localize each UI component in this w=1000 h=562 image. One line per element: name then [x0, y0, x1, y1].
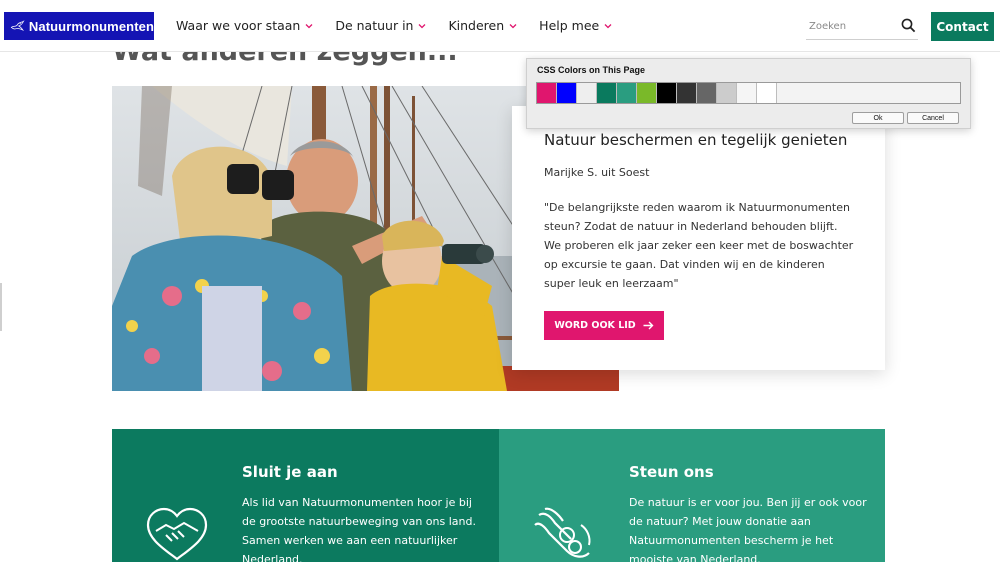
join-panel-title: Sluit je aan: [242, 463, 338, 481]
nav-item-label: De natuur in: [335, 18, 414, 33]
testimonial-author: Marijke S. uit Soest: [544, 166, 650, 179]
support-panel: Steun ons De natuur is er voor jou. Ben …: [499, 429, 885, 562]
color-swatch[interactable]: [637, 83, 657, 103]
chevron-down-icon: [509, 23, 517, 28]
nav-item-de-natuur-in[interactable]: De natuur in: [335, 18, 426, 33]
search-input[interactable]: [806, 21, 892, 32]
css-colors-popup: CSS Colors on This Page Ok Cancel: [526, 58, 971, 129]
testimonial-quote: "De belangrijkste reden waarom ik Natuur…: [544, 201, 854, 290]
color-swatch-row: [536, 82, 961, 104]
bird-logo-icon: [10, 20, 25, 32]
color-swatch[interactable]: [757, 83, 777, 103]
color-swatch[interactable]: [597, 83, 617, 103]
word-ook-lid-label: WORD OOK LID: [554, 320, 636, 331]
logo-text: Natuurmonumenten: [28, 18, 154, 34]
nav-item-help-mee[interactable]: Help mee: [539, 18, 612, 33]
testimonial-title: Natuur beschermen en tegelijk genieten: [544, 131, 848, 149]
color-swatch[interactable]: [677, 83, 697, 103]
support-panel-text: De natuur is er voor jou. Ben jij er ook…: [629, 496, 867, 562]
main-nav: Waar we voor staan De natuur in Kinderen…: [176, 18, 612, 33]
word-ook-lid-button[interactable]: WORD OOK LID: [544, 311, 664, 340]
color-swatch[interactable]: [577, 83, 597, 103]
color-swatch[interactable]: [737, 83, 757, 103]
testimonial-card: Natuur beschermen en tegelijk genieten M…: [512, 106, 885, 370]
color-swatch[interactable]: [537, 83, 557, 103]
join-panel: Sluit je aan Als lid van Natuurmonumente…: [112, 429, 499, 562]
popup-title: CSS Colors on This Page: [537, 65, 646, 75]
cancel-button[interactable]: Cancel: [907, 112, 959, 124]
support-panel-title: Steun ons: [629, 463, 714, 481]
nav-item-label: Kinderen: [448, 18, 505, 33]
contact-button[interactable]: Contact: [931, 12, 994, 41]
helping-hands-icon: [534, 507, 591, 558]
nav-item-kinderen[interactable]: Kinderen: [448, 18, 517, 33]
nav-item-waar-we-voor-staan[interactable]: Waar we voor staan: [176, 18, 313, 33]
color-swatch[interactable]: [717, 83, 737, 103]
site-logo[interactable]: Natuurmonumenten: [4, 12, 154, 40]
handshake-heart-icon: [146, 507, 208, 561]
ok-button[interactable]: Ok: [852, 112, 904, 124]
join-panel-text: Als lid van Natuurmonumenten hoor je bij…: [242, 496, 476, 562]
search-box: [806, 14, 918, 40]
chevron-down-icon: [604, 23, 612, 28]
chevron-down-icon: [419, 23, 426, 28]
site-header: Natuurmonumenten Waar we voor staan De n…: [0, 0, 1000, 52]
nav-item-label: Waar we voor staan: [176, 18, 301, 33]
search-icon[interactable]: [901, 18, 916, 33]
chevron-down-icon: [305, 23, 313, 28]
color-swatch[interactable]: [557, 83, 577, 103]
color-swatch[interactable]: [657, 83, 677, 103]
color-swatch[interactable]: [697, 83, 717, 103]
scroll-edge-indicator: [0, 283, 2, 331]
arrow-right-icon: [643, 321, 654, 330]
nav-item-label: Help mee: [539, 18, 600, 33]
color-swatch[interactable]: [617, 83, 637, 103]
